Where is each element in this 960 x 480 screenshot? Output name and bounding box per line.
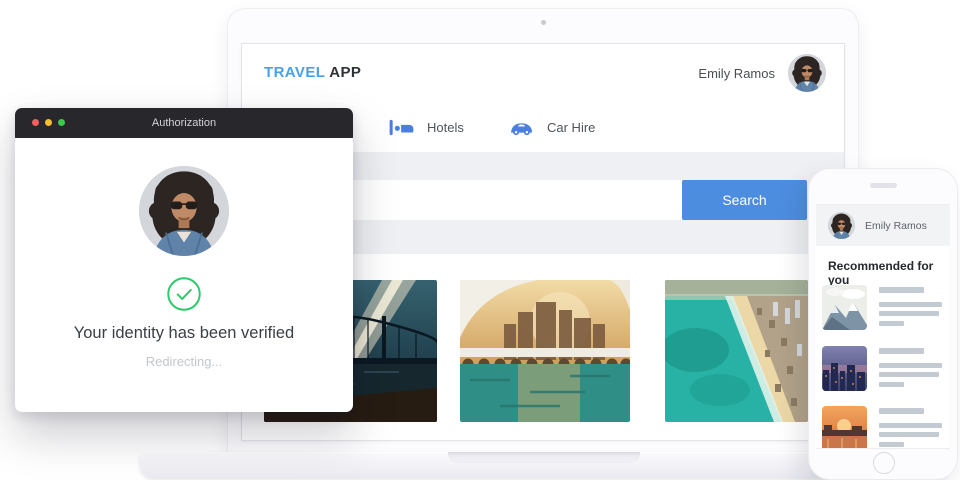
- thumbnail-sunset-river: [822, 406, 867, 448]
- verification-message: Your identity has been verified: [73, 324, 295, 342]
- dialog-title: Authorization: [151, 117, 217, 129]
- phone-user-name: Emily Ramos: [865, 219, 927, 232]
- phone-user-header[interactable]: Emily Ramos: [816, 205, 950, 246]
- laptop-base-notch: [448, 452, 640, 463]
- phone-mockup: Emily Ramos Recommended for you: [808, 168, 958, 480]
- avatar: [828, 212, 855, 239]
- app-logo: TRAVEL APP: [264, 44, 361, 102]
- marketing-composite: TRAVEL APP Emily Ramos Hotels Car Hire S…: [0, 0, 960, 480]
- home-button[interactable]: [873, 452, 895, 474]
- thumbnail-mountains: [822, 285, 867, 330]
- section-title: Recommended for you: [828, 259, 934, 287]
- gallery-image-city-arch-reflection[interactable]: [460, 280, 630, 422]
- app-header: TRAVEL APP Emily Ramos: [242, 44, 844, 102]
- avatar[interactable]: [788, 54, 826, 92]
- placeholder-text-lines: [879, 346, 942, 391]
- phone-screen: Emily Ramos Recommended for you: [816, 204, 950, 449]
- tab-hotels[interactable]: Hotels: [389, 102, 464, 152]
- tab-hotels-label: Hotels: [427, 119, 464, 135]
- gallery-image-aerial-beach-city[interactable]: [665, 280, 808, 422]
- phone-speaker: [870, 183, 897, 188]
- redirect-status: Redirecting...: [145, 354, 223, 369]
- user-menu[interactable]: Emily Ramos: [698, 44, 826, 102]
- list-item[interactable]: [822, 285, 944, 330]
- app-logo-app: APP: [329, 64, 362, 81]
- minimize-button[interactable]: [45, 119, 52, 126]
- dialog-titlebar: Authorization: [15, 108, 353, 138]
- authorization-dialog: Authorization Your identity has been ver…: [15, 108, 353, 412]
- list-item[interactable]: [822, 406, 944, 448]
- car-icon: [509, 118, 534, 136]
- check-icon: [166, 276, 202, 312]
- list-item[interactable]: [822, 346, 944, 391]
- avatar: [139, 166, 229, 256]
- window-controls: [32, 119, 65, 126]
- webcam-dot: [541, 20, 546, 25]
- app-logo-travel: TRAVEL: [264, 64, 326, 81]
- zoom-button[interactable]: [58, 119, 65, 126]
- placeholder-text-lines: [879, 285, 942, 330]
- user-name: Emily Ramos: [698, 65, 775, 81]
- close-button[interactable]: [32, 119, 39, 126]
- thumbnail-city-dusk: [822, 346, 867, 391]
- placeholder-text-lines: [879, 406, 942, 448]
- tab-car-hire[interactable]: Car Hire: [509, 102, 595, 152]
- tab-car-hire-label: Car Hire: [547, 119, 596, 135]
- bed-icon: [389, 118, 414, 137]
- search-button[interactable]: Search: [682, 180, 807, 220]
